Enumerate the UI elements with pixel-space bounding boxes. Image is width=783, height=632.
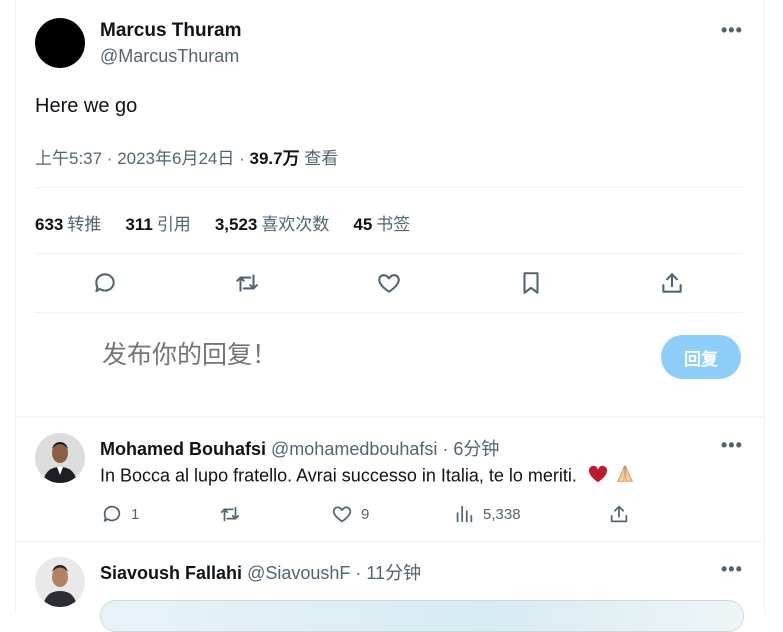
stat-quotes[interactable]: 311 引用 [125, 210, 190, 235]
stat-likes[interactable]: 3,523 喜欢次数 [215, 210, 330, 235]
avatar[interactable] [35, 433, 85, 483]
reply-actions: 1 9 5,338 [0, 503, 783, 527]
like-count: 9 [361, 505, 370, 523]
tweet-stats: 633 转推 311 引用 3,523 喜欢次数 45 书签 [35, 210, 410, 235]
divider [35, 187, 743, 188]
author-handle[interactable]: @MarcusThuram [100, 46, 239, 67]
retweet-icon[interactable] [233, 269, 261, 297]
reply-text: In Bocca al lupo fratello. Avrai success… [100, 463, 636, 490]
stat-retweets[interactable]: 633 转推 [35, 210, 101, 235]
tweet-meta: 上午5:37 · 2023年6月24日 · 39.7万 查看 [35, 144, 338, 169]
like-icon[interactable] [375, 269, 403, 297]
retweet-icon [220, 506, 240, 522]
tweet-timestamp[interactable]: 上午5:37 · 2023年6月24日 · [35, 149, 249, 168]
share-icon [610, 505, 628, 523]
like-action[interactable]: 9 [331, 503, 369, 525]
views-action[interactable]: 5,338 [453, 503, 521, 525]
view-count: 5,338 [483, 505, 521, 523]
tweet-text: Here we go [35, 95, 138, 117]
reply-time[interactable]: · 11分钟 [350, 563, 421, 583]
views-label: 查看 [299, 149, 339, 168]
more-options-icon[interactable]: ••• [721, 435, 743, 456]
reply-icon[interactable] [91, 269, 119, 297]
more-options-icon[interactable]: ••• [721, 559, 743, 580]
reply-media[interactable] [100, 600, 744, 632]
retweet-action[interactable] [219, 503, 249, 525]
reply-author-name[interactable]: Siavoush Fallahi [100, 563, 242, 583]
reply-count: 1 [131, 505, 140, 523]
share-icon[interactable] [658, 269, 686, 297]
composer-avatar [35, 338, 85, 378]
reply-time[interactable]: · 6分钟 [437, 439, 499, 459]
tweet-actions [0, 269, 783, 297]
author-name[interactable]: Marcus Thuram [100, 20, 241, 42]
reply-author-name[interactable]: Mohamed Bouhafsi [100, 439, 266, 459]
reply-input[interactable] [100, 340, 624, 371]
divider [15, 541, 763, 542]
reply-header: Siavoush Fallahi @SiavoushF · 11分钟 [100, 559, 421, 585]
reply-author-handle[interactable]: @SiavoushF [247, 563, 350, 583]
avatar[interactable] [35, 557, 85, 607]
stat-bookmarks[interactable]: 45 书签 [353, 210, 410, 235]
divider [15, 416, 763, 417]
reply-icon [103, 505, 121, 522]
divider [35, 253, 743, 254]
reply-author-handle[interactable]: @mohamedbouhafsi [271, 439, 437, 459]
views-count: 39.7万 [249, 149, 300, 168]
reply-header: Mohamed Bouhafsi @mohamedbouhafsi · 6分钟 [100, 435, 499, 461]
reply-action[interactable]: 1 [101, 503, 139, 525]
analytics-icon [456, 505, 473, 523]
folded-hands-icon [614, 463, 636, 490]
like-icon [332, 506, 352, 523]
bookmark-icon[interactable] [517, 269, 545, 297]
divider [35, 312, 743, 313]
more-options-icon[interactable]: ••• [721, 20, 743, 41]
reply-button[interactable]: 回复 [661, 335, 741, 379]
share-action[interactable] [608, 503, 630, 525]
author-avatar[interactable] [35, 18, 85, 68]
red-heart-icon [588, 465, 608, 488]
